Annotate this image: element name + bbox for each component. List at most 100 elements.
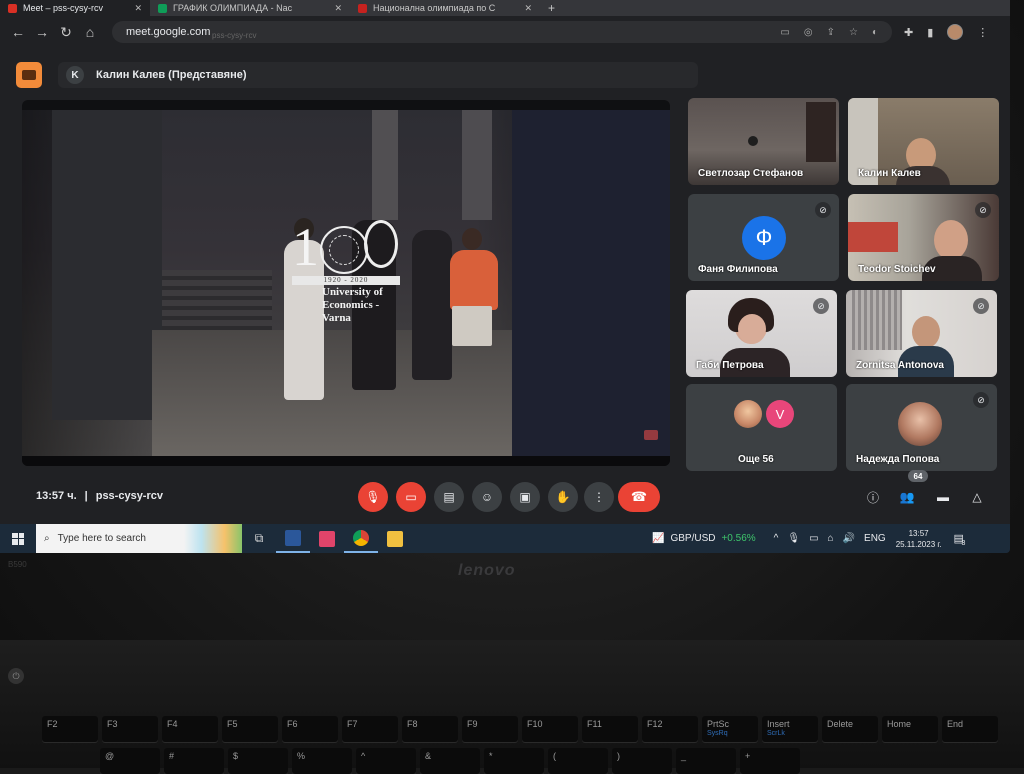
profile-avatar[interactable] [947, 24, 964, 40]
close-tab-icon[interactable]: ✕ [334, 3, 342, 14]
function-key[interactable]: F10 [522, 716, 578, 742]
participant-tile[interactable]: Калин Калев [848, 98, 999, 185]
language-indicator[interactable]: ENG [864, 533, 886, 544]
meet-favicon-icon [8, 3, 17, 13]
number-key[interactable]: ( [548, 748, 608, 774]
function-key[interactable]: F12 [642, 716, 698, 742]
more-options-button[interactable]: ⋮ [584, 482, 614, 512]
number-key[interactable]: % [292, 748, 352, 774]
participant-face [912, 316, 940, 348]
camera-icon[interactable]: ▭ [780, 27, 789, 38]
red-wall-shape [848, 222, 898, 252]
function-key[interactable]: F3 [102, 716, 158, 742]
function-key[interactable]: Insert ScrLk [762, 716, 818, 742]
key-label: * [489, 751, 493, 761]
taskbar-search-box[interactable]: ⌕ Type here to search [36, 524, 242, 553]
volume-icon[interactable]: 🔊 [843, 533, 855, 544]
power-button-icon[interactable]: ⏻ [8, 668, 24, 684]
network-icon[interactable]: ⌂ [828, 533, 834, 544]
function-key[interactable]: F9 [462, 716, 518, 742]
function-key[interactable]: F4 [162, 716, 218, 742]
function-key[interactable]: F8 [402, 716, 458, 742]
new-tab-icon[interactable]: + [540, 0, 563, 16]
microphone-tray-icon[interactable]: 🎙 [787, 533, 800, 544]
battery-icon[interactable]: ▭ [809, 533, 818, 544]
function-key[interactable]: Home [882, 716, 938, 742]
number-key[interactable]: @ [100, 748, 160, 774]
stock-ticker-widget[interactable]: 📈 GBP/USD +0.56% [652, 533, 756, 544]
system-tray: ^ 🎙 ▭ ⌂ 🔊 ENG [774, 533, 886, 544]
participant-tile[interactable]: ⊘ Zornitsa Antonova [846, 290, 997, 377]
function-key[interactable]: F6 [282, 716, 338, 742]
number-key[interactable]: ) [612, 748, 672, 774]
function-key[interactable]: PrtSc SysRq [702, 716, 758, 742]
people-button[interactable]: 👥 [896, 486, 918, 508]
notification-center-button[interactable]: ▤ 3 [954, 532, 966, 547]
number-key[interactable]: & [420, 748, 480, 774]
mic-off-icon: ⊘ [973, 298, 989, 314]
number-key[interactable]: + [740, 748, 800, 774]
number-key[interactable]: ^ [356, 748, 416, 774]
browser-tab-schedule[interactable]: ГРАФИК ОЛИМПИАДА - Nac ✕ [150, 0, 350, 16]
paint-app-button[interactable] [310, 524, 344, 553]
shared-presentation[interactable]: 1 1920 - 2020 University of Economics - … [22, 100, 670, 466]
participant-tile[interactable]: ⊘ Надежда Попова [846, 384, 997, 471]
camera-toggle-button[interactable]: ▭ [396, 482, 426, 512]
start-button[interactable] [0, 524, 36, 553]
function-key[interactable]: F11 [582, 716, 638, 742]
task-view-button[interactable]: ⧉ [242, 524, 276, 553]
activities-button[interactable]: △ [966, 486, 988, 508]
hang-up-icon: ☎ [630, 489, 648, 504]
lens-icon[interactable]: ◎ [804, 27, 813, 38]
bookmark-star-icon[interactable]: ☆ [849, 27, 858, 38]
number-key[interactable]: _ [676, 748, 736, 774]
browser-tab-meet[interactable]: Meet – pss-cysy-rcv ✕ [0, 0, 150, 16]
participant-tile[interactable]: ⊘ Teodor Stoichev [848, 194, 999, 281]
browser-tab-olympiad[interactable]: Национална олимпиада по С ✕ [350, 0, 540, 16]
curtain-shape [852, 290, 902, 350]
key-label: ^ [361, 751, 366, 761]
number-key[interactable]: * [484, 748, 544, 774]
forward-arrow-icon[interactable]: → [30, 20, 54, 44]
presenter-chip[interactable]: K Калин Калев (Представяне) [58, 62, 698, 88]
present-button[interactable]: ▣ [510, 482, 540, 512]
leave-call-button[interactable]: ☎ [618, 482, 660, 512]
close-tab-icon[interactable]: ✕ [524, 3, 532, 14]
chrome-app-button[interactable] [344, 524, 378, 553]
windows-logo-icon [12, 532, 24, 545]
function-key[interactable]: Delete [822, 716, 878, 742]
explorer-app-button[interactable] [378, 524, 412, 553]
puzzle-icon[interactable]: ✚ [904, 26, 913, 39]
emoji-button[interactable]: ☺ [472, 482, 502, 512]
sidepanel-icon[interactable]: ▮ [927, 26, 933, 39]
screen: Meet – pss-cysy-rcv ✕ ГРАФИК ОЛИМПИАДА -… [0, 0, 1010, 553]
address-bar[interactable]: meet.google.com pss-cysy-rcv ▭ ◎ ⇪ ☆ ◐ [112, 21, 892, 43]
close-tab-icon[interactable]: ✕ [134, 3, 142, 14]
taskbar-clock[interactable]: 13:57 25.11.2023 г. [896, 528, 942, 550]
share-icon[interactable]: ⇪ [827, 27, 835, 38]
chevron-up-icon[interactable]: ^ [774, 533, 779, 544]
key-label: F11 [587, 719, 602, 729]
presentation-icon[interactable] [16, 62, 42, 88]
participant-tile[interactable]: ⊘ Габи Петрова [686, 290, 837, 377]
captions-button[interactable]: ▤ [434, 482, 464, 512]
participant-tile[interactable]: V Още 56 [686, 384, 837, 471]
extension-icon[interactable]: ◐ [872, 27, 878, 38]
word-app-button[interactable] [276, 524, 310, 553]
home-icon[interactable]: ⌂ [78, 20, 102, 44]
function-key[interactable]: F5 [222, 716, 278, 742]
participant-tile[interactable]: Светлозар Стефанов [688, 98, 839, 185]
function-key[interactable]: F2 [42, 716, 98, 742]
function-key[interactable]: End [942, 716, 998, 742]
function-key[interactable]: F7 [342, 716, 398, 742]
meeting-details-button[interactable]: ⓘ [862, 486, 884, 508]
menu-dots-icon[interactable]: ⋮ [977, 26, 988, 39]
raise-hand-button[interactable]: ✋ [548, 482, 578, 512]
number-key[interactable]: # [164, 748, 224, 774]
number-key[interactable]: $ [228, 748, 288, 774]
microphone-toggle-button[interactable]: 🎙 [358, 482, 388, 512]
participant-tile[interactable]: Ф ⊘ Фаня Филипова [688, 194, 839, 281]
back-arrow-icon[interactable]: ← [6, 20, 30, 44]
reload-icon[interactable]: ↻ [54, 20, 78, 44]
chat-button[interactable]: ▬ [932, 486, 954, 508]
